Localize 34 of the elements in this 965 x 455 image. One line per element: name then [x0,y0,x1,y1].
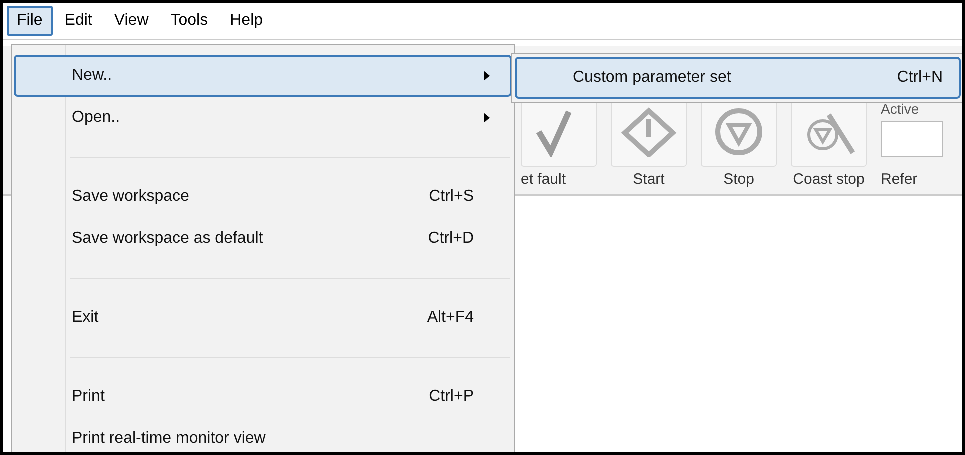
menu-item[interactable]: Save workspace as default Ctrl+D [14,218,512,260]
shortcut-label: Alt+F4 [427,309,475,327]
menu-bar-item[interactable]: Tools [160,6,218,36]
toolbar-label: et fault [521,171,566,188]
menu-bar-item[interactable]: View [104,6,159,36]
toolbar-label: Start [633,171,665,188]
menu-item[interactable]: Custom parameter set Ctrl+N [515,57,961,99]
menu-item-label: Custom parameter set [573,69,732,87]
menu-item-label: Save workspace as default [72,230,264,248]
shortcut-label: Ctrl+P [429,388,475,406]
menu-item-label: Open.. [72,109,120,127]
reference-field[interactable] [881,121,943,157]
shortcut-label: Ctrl+D [428,230,475,248]
menu-item[interactable]: Exit Alt+F4 [14,297,512,339]
menu-item-label: Exit [72,309,99,327]
menu-item[interactable]: Print real-time monitor view [14,418,512,452]
shortcut-label: Ctrl+N [897,69,943,87]
shortcut-label: Ctrl+S [429,188,475,206]
menu-item[interactable]: Save workspace Ctrl+S [14,176,512,218]
menu-bar-item[interactable]: Help [220,6,274,36]
menu-item-label: Save workspace [72,188,190,206]
menu-item-label: Print real-time monitor view [72,430,266,448]
menu-bar-item[interactable]: Edit [54,6,102,36]
menu-item[interactable]: Print Ctrl+P [14,376,512,418]
toolbar-label: Stop [724,171,754,188]
menu-item-label: New.. [72,67,112,85]
toolbar-label: Coast stop [793,171,865,188]
menu-item[interactable]: New.. [14,55,512,97]
menu-item-label: Print [72,388,105,406]
menu-bar-item[interactable]: File [7,6,53,36]
active-label: Active [881,101,920,117]
reference-label: Refer [881,171,919,188]
diamond-icon [619,107,679,157]
menu-item[interactable]: Open.. [14,97,512,139]
